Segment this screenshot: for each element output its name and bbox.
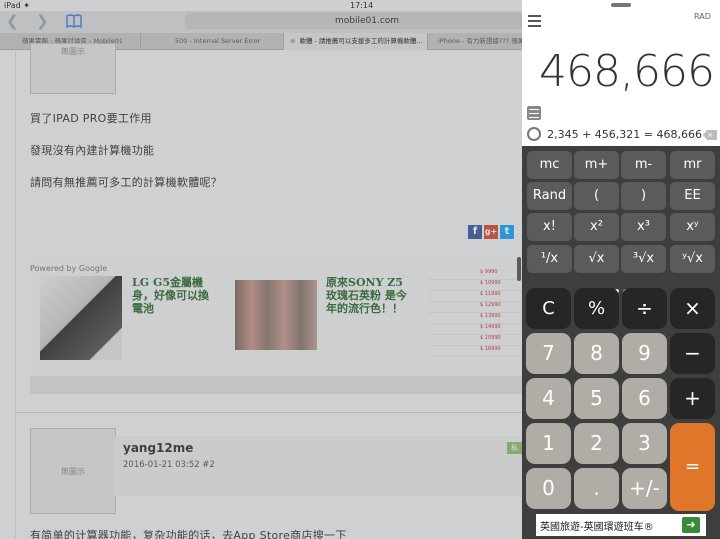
exponent-ee-button[interactable]: EE (670, 182, 715, 210)
memory-clear-button[interactable]: mc (527, 151, 572, 179)
digit-4-button[interactable]: 4 (526, 378, 571, 419)
arrow-right-icon[interactable]: ➜ (682, 517, 700, 533)
digit-1-button[interactable]: 1 (526, 423, 571, 464)
digit-9-button[interactable]: 9 (622, 333, 667, 374)
history-expression: 2,345 + 456,321 = 468,666 (547, 128, 702, 141)
hamburger-menu-icon[interactable] (528, 15, 541, 27)
display-value: 468,666 (539, 46, 715, 97)
open-paren-button[interactable]: ( (574, 182, 619, 210)
memory-list-icon[interactable] (527, 106, 541, 120)
calculator-app: RAD 468,666 2,345 + 456,321 = 468,666 × … (522, 0, 720, 539)
digit-5-button[interactable]: 5 (574, 378, 619, 419)
power-button[interactable]: xʸ (670, 213, 715, 241)
divide-button[interactable]: ÷ (622, 288, 667, 329)
reciprocal-button[interactable]: ¹/x (527, 245, 572, 273)
cube-root-button[interactable]: ³√x (621, 245, 666, 273)
equals-button[interactable]: = (670, 423, 715, 511)
add-button[interactable]: + (670, 378, 715, 419)
cube-button[interactable]: x³ (621, 213, 666, 241)
backspace-icon[interactable]: × (703, 130, 717, 140)
close-paren-button[interactable]: ) (621, 182, 666, 210)
device-label: iPad ✦ (4, 1, 30, 10)
clock: 17:14 (350, 1, 374, 10)
square-root-button[interactable]: √x (574, 245, 619, 273)
memory-recall-button[interactable]: mr (670, 151, 715, 179)
wifi-icon: ✦ (23, 1, 30, 10)
status-bar: iPad ✦ 17:14 (0, 0, 720, 11)
multiply-button[interactable]: × (670, 288, 715, 329)
safari-dim-overlay (0, 0, 522, 539)
memory-add-button[interactable]: m+ (574, 151, 619, 179)
subtract-button[interactable]: − (670, 333, 715, 374)
digit-2-button[interactable]: 2 (574, 423, 619, 464)
random-button[interactable]: Rand (527, 182, 572, 210)
banner-ad[interactable]: 英國旅遊-英國環遊班车® ➜ (536, 514, 706, 536)
sign-toggle-button[interactable]: +/- (622, 468, 667, 509)
percent-button[interactable]: % (574, 288, 619, 329)
calculator-display: RAD 468,666 2,345 + 456,321 = 468,666 × (522, 0, 720, 146)
nth-root-button[interactable]: ʸ√x (670, 245, 715, 273)
digit-8-button[interactable]: 8 (574, 333, 619, 374)
factorial-button[interactable]: x! (527, 213, 572, 241)
digit-3-button[interactable]: 3 (622, 423, 667, 464)
clear-button[interactable]: C (526, 288, 571, 329)
banner-ad-text: 英國旅遊-英國環遊班车® (540, 522, 654, 533)
digit-6-button[interactable]: 6 (622, 378, 667, 419)
decimal-button[interactable]: . (574, 468, 619, 509)
digit-7-button[interactable]: 7 (526, 333, 571, 374)
angle-mode-label[interactable]: RAD (694, 12, 711, 21)
safari-window: ❮ ❯ mobile01.com 蘋果電腦 - 蘋果討論區 - Mobile01… (0, 0, 522, 539)
digit-0-button[interactable]: 0 (526, 468, 571, 509)
history-clock-icon[interactable] (527, 127, 541, 141)
square-button[interactable]: x² (574, 213, 619, 241)
memory-subtract-button[interactable]: m- (621, 151, 666, 179)
